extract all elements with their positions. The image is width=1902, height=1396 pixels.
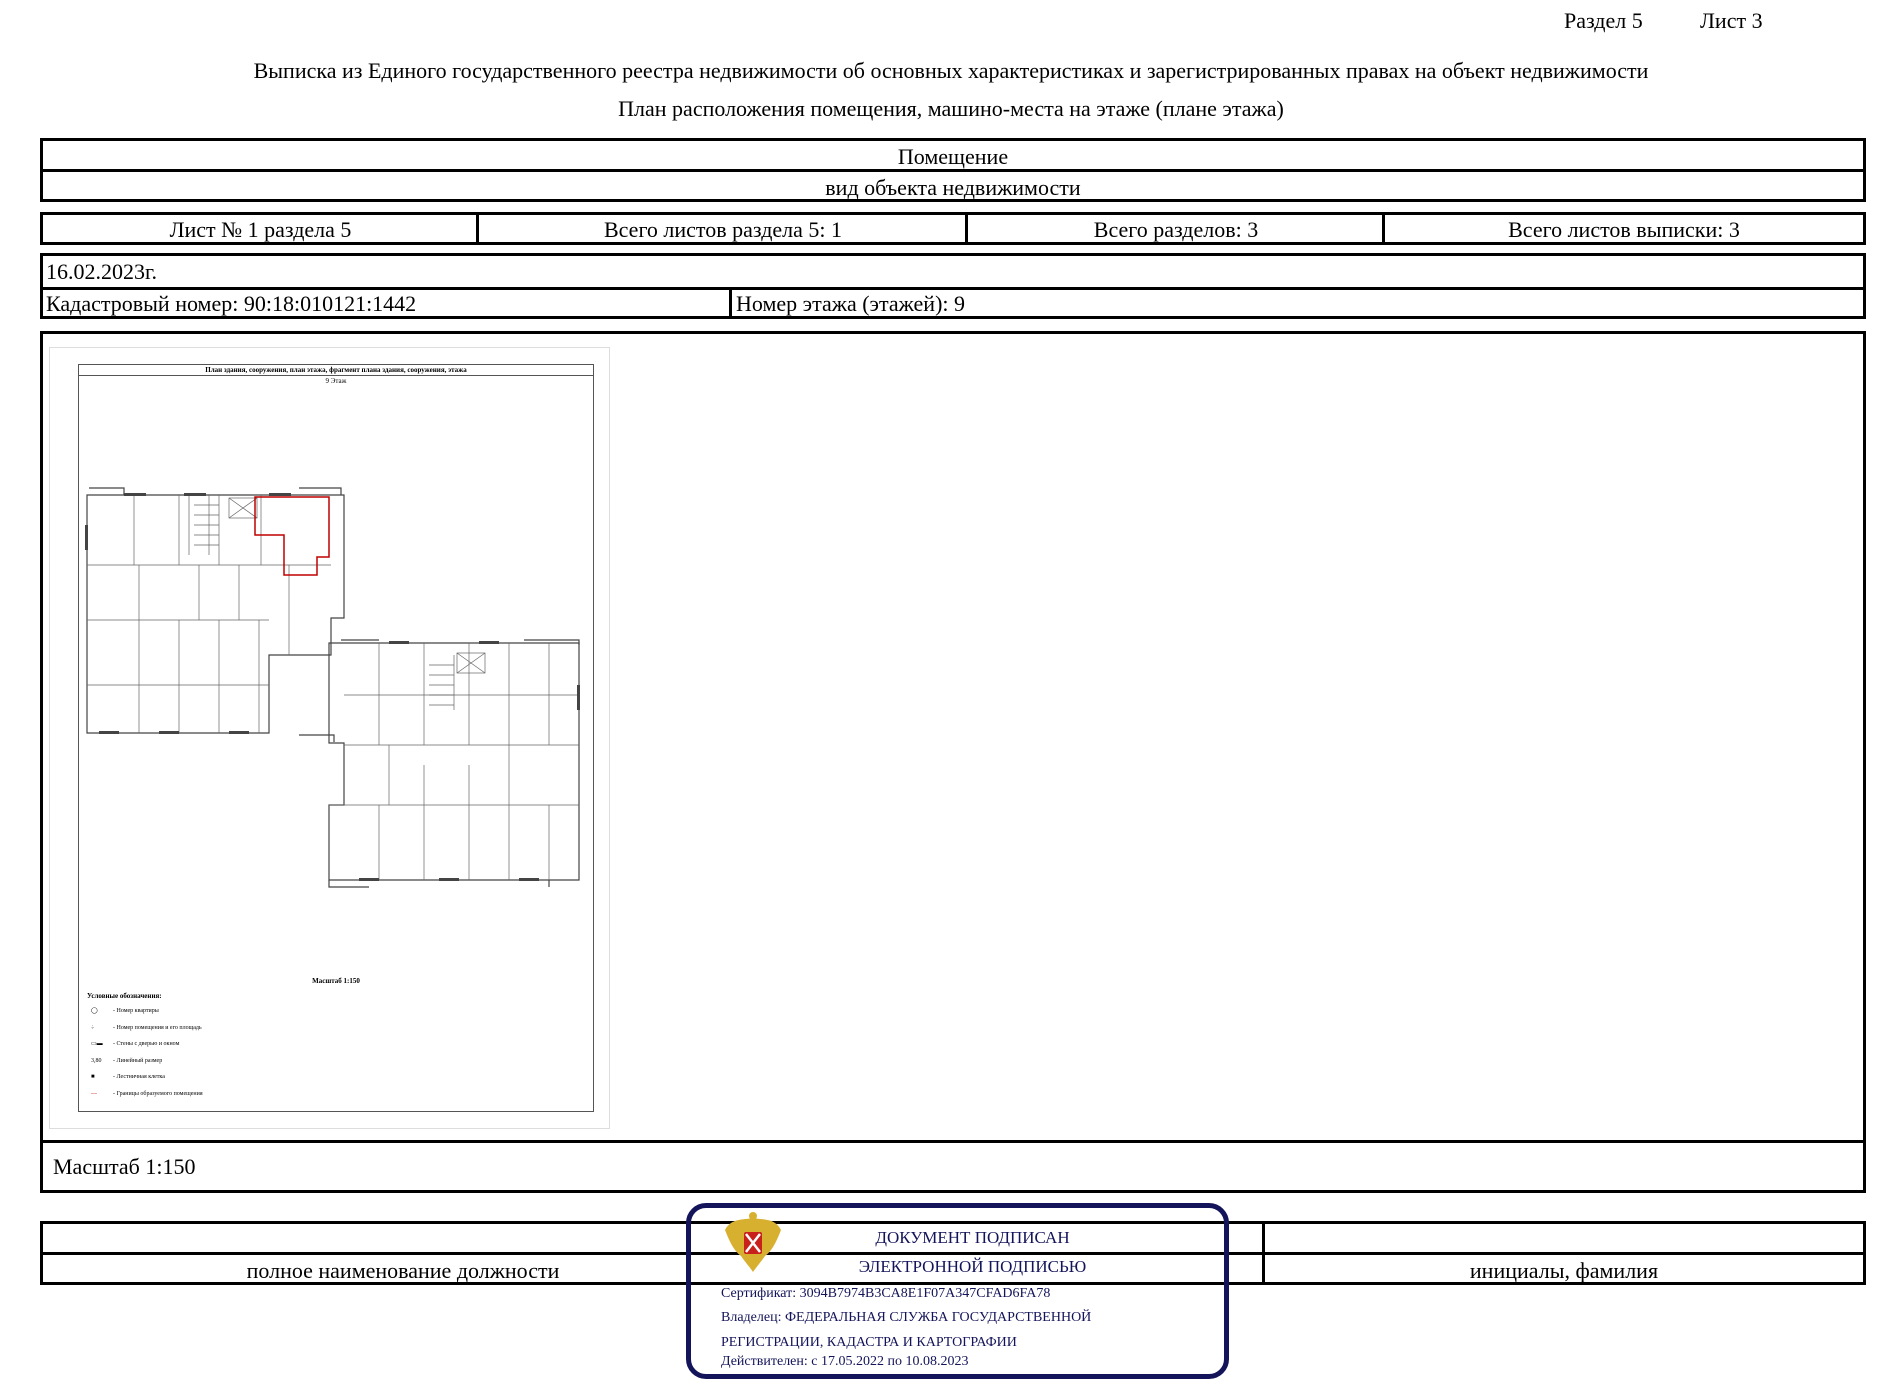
sheet-label: Лист 3 xyxy=(1700,8,1763,33)
scale-label: Масштаб 1:150 xyxy=(53,1154,196,1179)
legend-item: - Линейный размер xyxy=(113,1057,163,1064)
plan-box: План здания, сооружения, план этажа, фра… xyxy=(40,331,1866,1193)
stamp-certificate: Сертификат: 3094B7974B3CA8E1F07A347CFAD6… xyxy=(721,1286,1051,1301)
date: 16.02.2023г. xyxy=(46,259,158,284)
stamp-validity: Действителен: с 17.05.2022 по 10.08.2023 xyxy=(721,1354,969,1369)
legend-item: - Лестничная клетка xyxy=(113,1074,165,1080)
total-sections: Всего разделов: 3 xyxy=(1093,217,1259,242)
sheet-number: Лист № 1 раздела 5 xyxy=(169,217,352,242)
legend-item: - Номер квартиры xyxy=(113,1008,159,1014)
section-label: Раздел 5 xyxy=(1564,8,1643,33)
stamp-owner-line1: Владелец: ФЕДЕРАЛЬНАЯ СЛУЖБА ГОСУДАРСТВЕ… xyxy=(721,1310,1092,1325)
legend-title: Условные обозначения: xyxy=(87,992,162,1000)
legend-item: - Номер помещения и его площадь xyxy=(113,1024,202,1031)
stamp-owner-line2: РЕГИСТРАЦИИ, КАДАСТРА И КАРТОГРАФИИ xyxy=(721,1335,1017,1350)
floor-plan-image: План здания, сооружения, план этажа, фра… xyxy=(49,347,610,1129)
total-sheets: Всего листов выписки: 3 xyxy=(1508,217,1740,242)
name-caption: инициалы, фамилия xyxy=(1469,1258,1659,1283)
cadastral-number: Кадастровый номер: 90:18:010121:1442 xyxy=(46,291,417,316)
plan-scale: Масштаб 1:150 xyxy=(312,977,360,985)
object-type-box: Помещение вид объекта недвижимости xyxy=(40,138,1866,202)
object-type: Помещение xyxy=(897,144,1009,169)
info-box: 16.02.2023г. Кадастровый номер: 90:18:01… xyxy=(40,253,1866,319)
floor-plan-drawing xyxy=(85,487,580,888)
total-section-sheets: Всего листов раздела 5: 1 xyxy=(603,217,843,242)
stamp-line1: ДОКУМЕНТ ПОДПИСАН xyxy=(875,1228,1070,1247)
document-title: Выписка из Единого государственного реес… xyxy=(253,58,1649,83)
document-subtitle: План расположения помещения, машино-мест… xyxy=(618,96,1284,121)
electronic-signature-stamp: ДОКУМЕНТ ПОДПИСАН ЭЛЕКТРОННОЙ ПОДПИСЬЮ С… xyxy=(686,1203,1229,1379)
legend-item: - Границы образуемого помещения xyxy=(113,1090,203,1097)
floor-number: Номер этажа (этажей): 9 xyxy=(736,291,966,316)
stamp-line2: ЭЛЕКТРОННОЙ ПОДПИСЬЮ xyxy=(858,1257,1087,1276)
highlighted-premises xyxy=(254,496,330,576)
legend-item: - Стены с дверью и окном xyxy=(113,1041,180,1047)
position-caption: полное наименование должности xyxy=(246,1258,560,1283)
legend: ◯ - Номер квартиры ÷ - Номер помещения и е… xyxy=(91,1008,203,1097)
object-type-caption: вид объекта недвижимости xyxy=(825,175,1081,200)
sheets-row: Лист № 1 раздела 5 Всего листов раздела … xyxy=(40,212,1866,245)
